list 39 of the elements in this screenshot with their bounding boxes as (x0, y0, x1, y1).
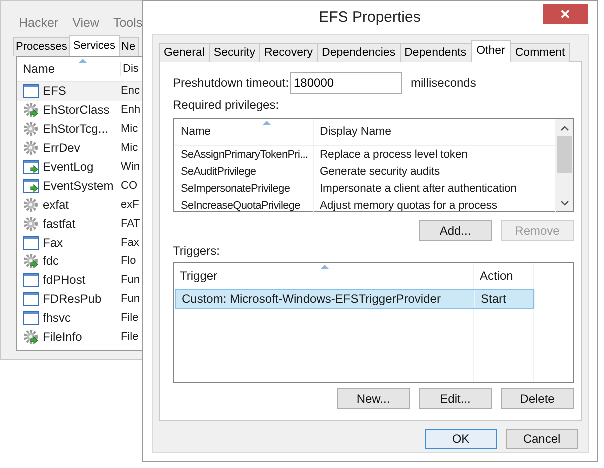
table-cell: SeAuditPrivilege (174, 163, 314, 180)
service-display-name: Enh (121, 104, 141, 116)
service-name: fhsvc (43, 311, 72, 326)
section-label: Triggers: (173, 244, 221, 258)
service-name: fdc (43, 254, 60, 268)
table-cell: SeImpersonatePrivilege (174, 180, 314, 197)
service-name: FDResPub (43, 292, 103, 306)
service-display-name: File (121, 312, 139, 324)
service-name: EhStorTcg... (43, 122, 110, 136)
service-display-name: Mic (121, 123, 138, 136)
service-display-name: FAT (121, 218, 140, 230)
service-display-name: CO (121, 180, 138, 192)
table-cell: SeAssignPrimaryTokenPri... (174, 146, 314, 163)
service-name: Fax (43, 236, 64, 250)
service-name: fastfat (43, 216, 77, 231)
service-name: EFS (43, 84, 68, 98)
table-cell: Start (475, 290, 535, 308)
service-name: EhStorClass (43, 103, 111, 118)
unit-label: milliseconds (411, 76, 476, 90)
service-display-name: Win (121, 161, 140, 173)
service-display-name: Fax (121, 236, 140, 249)
service-display-name: Fun (121, 293, 140, 306)
service-display-name: Mic (121, 142, 138, 154)
service-display-name: Flo (121, 255, 136, 268)
service-name: EventSystem (43, 178, 115, 193)
field-label: Preshutdown timeout: (173, 76, 290, 90)
service-display-name: exF (121, 198, 140, 211)
service-display-name: File (121, 331, 139, 344)
service-name: ErrDev (43, 141, 82, 156)
service-name: EventLog (43, 160, 95, 174)
table-cell: Custom: Microsoft-Windows-EFSTriggerProvider (176, 290, 475, 308)
service-name: fdPHost (43, 273, 87, 288)
service-display-name: Enc (121, 85, 140, 98)
table-cell: SeIncreaseQuotaPrivilege (174, 197, 314, 214)
service-display-name: Fun (121, 274, 140, 286)
service-name: exfat (43, 198, 70, 212)
section-label: Required privileges: (173, 98, 280, 112)
service-name: FileInfo (43, 330, 84, 344)
window-title: EFS Properties (319, 9, 421, 26)
